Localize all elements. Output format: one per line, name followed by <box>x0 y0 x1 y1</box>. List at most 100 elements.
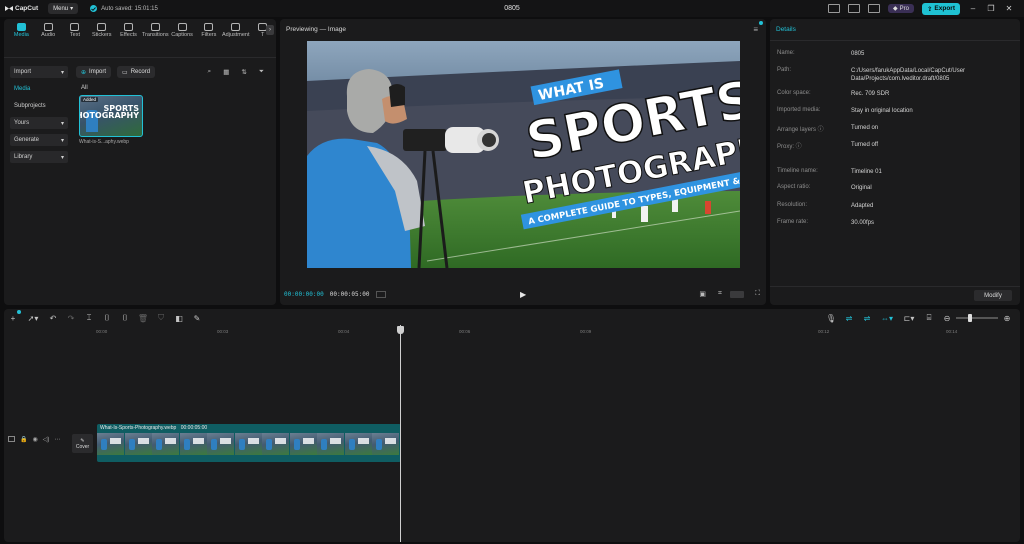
track-header: 🔒 ◉ ◁) ⋯ <box>4 420 70 458</box>
tab-label: Effects <box>120 32 137 38</box>
tab-adjustment[interactable]: Adjustment <box>222 23 250 40</box>
crop-icon[interactable]: ⌗ <box>718 290 722 298</box>
snapshot-icon[interactable]: ▣ <box>699 290 706 298</box>
clip-frame-thumbnail <box>152 433 179 455</box>
clip-frame-thumbnail <box>344 433 372 455</box>
ruler-tick-label: 00:06 <box>459 329 471 334</box>
tabs-scroll-right-icon[interactable]: › <box>266 25 274 35</box>
zoom-out-icon[interactable]: ⊖ <box>938 314 956 323</box>
tab-effects[interactable]: Effects <box>115 23 142 40</box>
tab-label: Filters <box>201 32 217 38</box>
pro-button[interactable]: ◆ Pro <box>887 4 914 13</box>
tab-label: Transitions <box>141 32 169 38</box>
sidebar-item-label: Media <box>14 86 31 92</box>
cover-button[interactable]: ✎ Cover <box>72 434 93 453</box>
ratio-icon[interactable] <box>730 290 744 298</box>
sidebar-item-generate[interactable]: Generate ▾ <box>10 134 68 146</box>
sidebar-item-yours[interactable]: Yours ▾ <box>10 117 68 129</box>
modify-button[interactable]: Modify <box>974 290 1012 301</box>
clip-duration: 00:00:05:00 <box>180 425 208 431</box>
zoom-slider[interactable] <box>956 314 998 322</box>
preview-panel: Previewing — Image ≡ WHAT IS SPORTS PHOT… <box>280 19 766 305</box>
ruler-tick-label: 00:00 <box>96 329 108 334</box>
tab-media[interactable]: Media <box>8 23 35 40</box>
more-icon[interactable]: ⋯ <box>54 436 60 443</box>
filter-all-label[interactable]: All <box>81 85 276 91</box>
sidebar-item-library[interactable]: Library ▾ <box>10 151 68 163</box>
preview-axis-icon[interactable]: ⇔▾ <box>876 314 898 323</box>
playhead-handle[interactable] <box>397 326 404 334</box>
snap-icon[interactable]: ⊏▾ <box>898 314 920 323</box>
minimize-icon[interactable]: – <box>968 4 978 13</box>
split-right-icon[interactable]: ⌷ <box>116 313 134 323</box>
sidebar-item-import[interactable]: Import ▾ <box>10 66 68 78</box>
filter-icon[interactable]: ⏷ <box>259 68 264 76</box>
captions-icon <box>177 23 187 31</box>
shield-icon[interactable]: ⛉ <box>152 313 170 323</box>
chevron-down-icon: ▾ <box>60 137 64 144</box>
shortcuts-icon[interactable] <box>847 4 860 13</box>
play-button[interactable]: ▶ <box>520 290 526 299</box>
feedback-icon[interactable] <box>867 4 880 13</box>
tab-audio[interactable]: Audio <box>35 23 62 40</box>
layout-icon[interactable] <box>827 4 840 13</box>
menu-button[interactable]: Menu ▾ <box>48 3 79 14</box>
sidebar-item-label: Subprojects <box>14 103 46 109</box>
added-badge: Added <box>81 97 99 102</box>
adjustment-icon <box>231 23 241 31</box>
text-icon <box>70 23 80 31</box>
captions-timeline-icon[interactable]: ⌸ <box>920 313 938 323</box>
tab-captions[interactable]: Captions <box>169 23 196 40</box>
select-tool-icon[interactable]: ➚▾ <box>22 314 44 323</box>
tab-transitions[interactable]: Transitions <box>142 23 169 40</box>
sort-icon[interactable]: ⇅ <box>241 68 246 76</box>
track-checkbox-icon[interactable] <box>8 436 15 442</box>
microphone-icon[interactable]: 🎙 <box>822 314 840 323</box>
split-left-icon[interactable]: ⌷ <box>98 313 116 323</box>
tab-filters[interactable]: Filters <box>195 23 222 40</box>
playhead[interactable] <box>400 325 401 542</box>
delete-icon[interactable]: 🗑 <box>134 314 152 323</box>
smart-edit-icon[interactable]: ✎ <box>188 314 206 323</box>
freeze-icon[interactable]: ◧ <box>170 314 188 323</box>
add-track-icon[interactable]: + <box>4 314 22 323</box>
ruler-tick-label: 00:09 <box>580 329 592 334</box>
maximize-icon[interactable]: ❐ <box>986 4 996 13</box>
media-item[interactable]: Added SPORTS PHOTOGRAPHY What-is-S...aph… <box>79 95 143 145</box>
link-main-icon[interactable]: ⇌ <box>840 314 858 323</box>
import-button[interactable]: ⊕ Import <box>76 66 112 78</box>
details-value: Adapted <box>851 203 874 209</box>
eye-icon[interactable]: ◉ <box>32 436 37 443</box>
timeline-view-icon[interactable] <box>375 290 386 298</box>
ruler-tick-label: 00:12 <box>818 329 830 334</box>
clip-frame-thumbnail <box>262 433 289 455</box>
undo-icon[interactable]: ↶ <box>44 314 62 323</box>
grid-view-icon[interactable]: ▦ <box>223 68 229 76</box>
clip-frame-thumbnail <box>179 433 207 455</box>
fullscreen-icon[interactable]: ⛶ <box>755 290 760 298</box>
details-value: Turned on <box>851 125 879 131</box>
link-track-icon[interactable]: ⇌ <box>858 314 876 323</box>
timeline-clip[interactable]: What-Is-Sports-Photography.webp 00:00:05… <box>97 424 401 462</box>
timecode-total: 00:00:05:00 <box>329 290 370 298</box>
tab-stickers[interactable]: Stickers <box>88 23 115 40</box>
search-icon[interactable]: ⌕ <box>208 68 212 76</box>
split-icon[interactable]: ⌶ <box>80 313 98 323</box>
redo-icon[interactable]: ↷ <box>62 314 80 323</box>
timeline-ruler[interactable]: 00:00 00:03 00:04 00:06 00:09 00:12 00:14 <box>70 327 1020 337</box>
record-button[interactable]: ▭ Record <box>117 66 156 78</box>
media-thumbnail[interactable]: Added SPORTS PHOTOGRAPHY <box>79 95 143 137</box>
record-label: Record <box>130 69 151 75</box>
export-button[interactable]: ⇪ Export <box>921 2 960 15</box>
sidebar-item-media[interactable]: Media <box>10 83 68 95</box>
notification-dot <box>759 21 763 25</box>
clip-frame-thumbnail <box>289 433 317 455</box>
close-icon[interactable]: ✕ <box>1004 4 1014 13</box>
lock-icon[interactable]: 🔒 <box>20 436 27 443</box>
tab-text[interactable]: Text <box>62 23 89 40</box>
sidebar-item-subprojects[interactable]: Subprojects <box>10 100 68 112</box>
audio-icon[interactable]: ◁) <box>43 436 50 443</box>
zoom-in-icon[interactable]: ⊕ <box>998 314 1016 323</box>
hamburger-menu-icon[interactable]: ≡ <box>753 25 758 34</box>
zoom-slider-knob[interactable] <box>968 314 972 322</box>
